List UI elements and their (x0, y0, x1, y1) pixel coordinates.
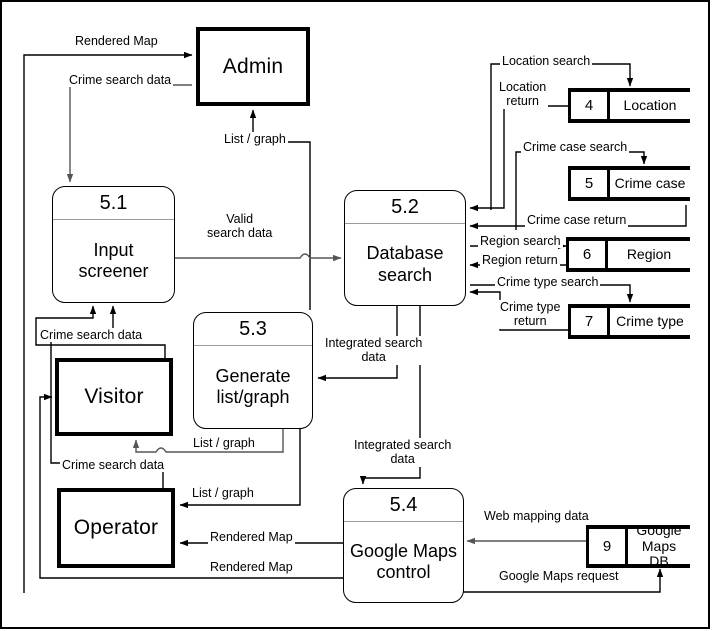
dfd-canvas: Admin Visitor Operator 5.1 Input screene… (0, 0, 712, 631)
process-5-2-database-search[interactable]: 5.2 Database search (344, 190, 466, 306)
process-5-3-generate-list-graph[interactable]: 5.3 Generate list/graph (193, 312, 313, 429)
flow-label-list-graph-admin: List / graph (222, 132, 288, 147)
datastore-4-number: 4 (568, 92, 610, 119)
datastore-6-number: 6 (566, 241, 608, 268)
flow-label-crime-type-return: Crime type return (498, 300, 563, 329)
flow-label-rendered-map-admin: Rendered Map (73, 34, 160, 49)
process-5-1-name: Input screener (78, 239, 149, 281)
process-5-4-name: Google Maps control (349, 540, 458, 582)
process-5-3-number: 5.3 (194, 313, 312, 346)
datastore-5-number: 5 (568, 170, 610, 197)
datastore-7-number: 7 (568, 308, 610, 335)
flow-label-integrated-search-data-53: Integrated search data (323, 336, 425, 365)
process-5-4-google-maps-control[interactable]: 5.4 Google Maps control (343, 488, 464, 603)
process-5-2-number: 5.2 (345, 191, 465, 224)
process-5-4-number: 5.4 (344, 489, 463, 522)
datastore-9-google-maps-db[interactable]: 9 Google Maps DB (586, 522, 690, 570)
flow-label-rendered-map-operator: Rendered Map (208, 530, 295, 545)
flow-label-google-maps-request: Google Maps request (497, 569, 621, 584)
flow-label-region-return: Region return (480, 253, 560, 268)
flow-label-location-return: Location return (497, 80, 549, 109)
process-5-1-number: 5.1 (53, 187, 174, 220)
flow-label-region-search: Region search (478, 234, 563, 249)
entity-admin[interactable]: Admin (196, 27, 310, 106)
flow-label-web-mapping-data: Web mapping data (482, 509, 591, 524)
flow-label-valid-search-data: Valid search data (205, 212, 275, 241)
flow-label-list-graph-visitor: List / graph (191, 436, 257, 451)
process-5-2-name: Database search (366, 243, 444, 285)
flow-label-list-graph-operator: List / graph (190, 486, 256, 501)
process-5-3-name: Generate list/graph (215, 365, 291, 407)
datastore-9-name: Google Maps DB (636, 522, 682, 570)
datastore-7-crime-type[interactable]: 7 Crime type (568, 304, 690, 339)
entity-operator[interactable]: Operator (57, 488, 175, 568)
flow-label-crime-case-return: Crime case return (525, 213, 629, 228)
flow-label-crime-type-search: Crime type search (495, 275, 601, 290)
datastore-5-name: Crime case (614, 174, 686, 191)
datastore-6-name: Region (626, 245, 672, 262)
entity-visitor-label: Visitor (84, 385, 144, 408)
process-5-1-input-screener[interactable]: 5.1 Input screener (52, 186, 175, 303)
datastore-5-crime-case[interactable]: 5 Crime case (568, 166, 690, 201)
datastore-4-name: Location (623, 96, 677, 113)
datastore-7-name: Crime type (616, 312, 684, 329)
flow-label-crime-case-search: Crime case search (521, 140, 630, 155)
flow-label-crime-search-data-visitor: Crime search data (38, 328, 145, 343)
flow-label-rendered-map-visitor: Rendered Map (208, 560, 295, 575)
flow-label-integrated-search-data-54: Integrated search data (352, 438, 454, 467)
datastore-9-number: 9 (586, 529, 628, 564)
flow-label-crime-search-data-admin: Crime search data (67, 73, 174, 88)
flow-label-crime-search-data-operator: Crime search data (60, 458, 167, 473)
datastore-4-location[interactable]: 4 Location (568, 88, 690, 123)
datastore-6-region[interactable]: 6 Region (566, 237, 690, 272)
entity-admin-label: Admin (222, 54, 284, 78)
flow-label-location-search: Location search (500, 54, 593, 69)
entity-operator-label: Operator (73, 516, 159, 539)
entity-visitor[interactable]: Visitor (55, 358, 173, 436)
